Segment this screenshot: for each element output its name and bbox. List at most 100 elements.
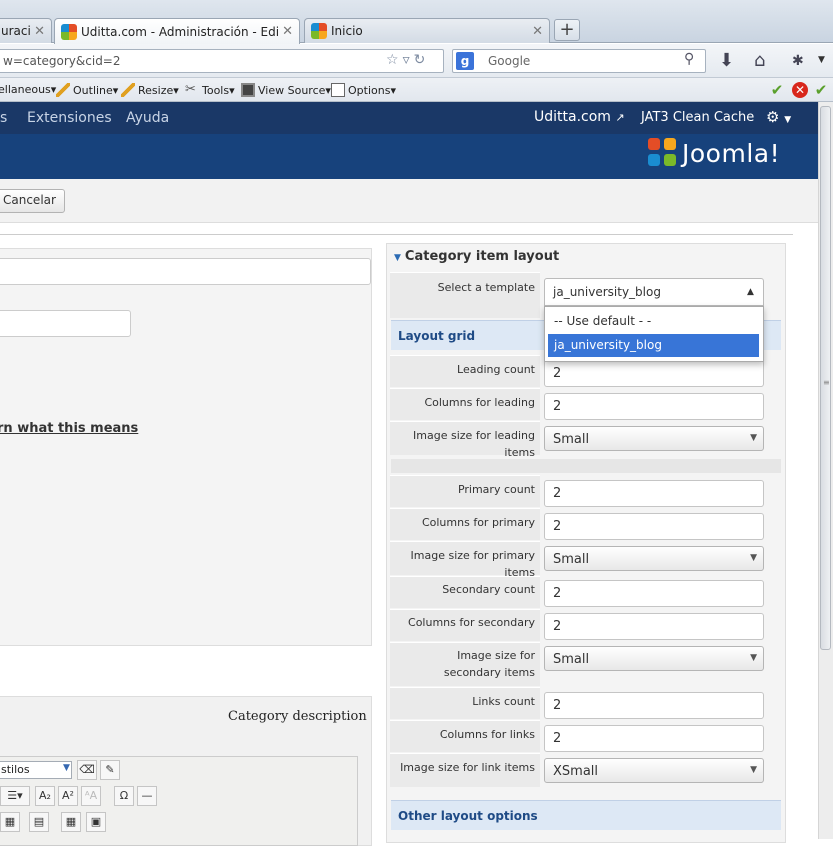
joomla-mark-icon	[648, 138, 678, 168]
error-icon[interactable]: ✕	[792, 82, 808, 98]
reload-icon[interactable]: ↻	[414, 52, 430, 68]
bookmark-item[interactable]: Outline▾	[56, 83, 118, 97]
tab-close-icon[interactable]: ✕	[34, 24, 45, 39]
bookmark-label: View Source▾	[258, 83, 331, 97]
bookmark-item[interactable]: View Source▾	[241, 83, 331, 97]
tab-close-icon[interactable]: ✕	[532, 24, 543, 39]
bookmark-label: Resize▾	[138, 83, 179, 97]
bookmark-star-icon[interactable]: ☆	[386, 52, 403, 68]
details-fieldset	[0, 248, 372, 646]
subscript-icon[interactable]: A₂	[35, 786, 55, 806]
image-size-primary-select[interactable]: Small ▼	[544, 546, 764, 571]
font-size-icon[interactable]: ᴬA	[81, 786, 101, 806]
secondary-count-field[interactable]: 2	[544, 580, 764, 607]
menu-item-extensiones[interactable]: Extensiones	[27, 110, 112, 126]
styles-select[interactable]: stilos	[0, 761, 72, 779]
superscript-icon[interactable]: A²	[58, 786, 78, 806]
brand-name: Joomla!	[682, 138, 781, 168]
chevron-down-icon: ▼	[750, 433, 757, 443]
divider	[0, 234, 793, 235]
tab-close-icon[interactable]: ✕	[282, 24, 293, 39]
options-icon	[331, 83, 345, 97]
chevron-down-icon: ▼	[750, 653, 757, 663]
browser-tab-active[interactable]: Uditta.com - Administración - Edit categ…	[54, 18, 300, 44]
columns-leading-field[interactable]: 2	[544, 393, 764, 420]
menu-item-ayuda[interactable]: Ayuda	[126, 110, 169, 126]
links-count-field[interactable]: 2	[544, 692, 764, 719]
primary-count-label: Primary count	[457, 483, 535, 496]
learn-more-link[interactable]: rn what this means	[0, 421, 138, 436]
columns-secondary-field[interactable]: 2	[544, 613, 764, 640]
bookmark-label: Outline▾	[73, 83, 119, 97]
image-size-leading-select[interactable]: Small ▼	[544, 426, 764, 451]
bookmark-item[interactable]: Options▾	[331, 83, 396, 97]
home-icon[interactable]: ⌂	[754, 50, 765, 71]
browser-tab[interactable]: uraci... ✕	[0, 18, 52, 43]
bookmark-item[interactable]: ✂ Tools▾	[185, 83, 235, 97]
gear-icon[interactable]: ⚙ ▼	[766, 108, 791, 126]
list-icon[interactable]: ☰▾	[0, 786, 30, 806]
eraser-icon[interactable]: ⌫	[77, 760, 97, 780]
leading-count-field[interactable]: 2	[544, 360, 764, 387]
template-option-selected[interactable]: ja_university_blog	[548, 334, 759, 357]
site-link[interactable]: Uditta.com ↗	[534, 109, 625, 125]
row-spacer	[391, 459, 781, 473]
browser-tab[interactable]: Inicio ✕	[304, 18, 550, 43]
table-props-icon[interactable]: ▣	[86, 812, 106, 832]
dropdown-icon[interactable]: ▿	[403, 52, 414, 68]
joomla-favicon-icon	[311, 23, 327, 39]
table-icon[interactable]: ▦	[0, 812, 20, 832]
clean-cache-link[interactable]: JAT3 Clean Cache	[641, 110, 754, 125]
cancel-button[interactable]: Cancelar	[0, 189, 65, 213]
leading-count-label: Leading count	[457, 363, 535, 376]
tab-title: Uditta.com - Administración - Edit categ…	[81, 24, 278, 39]
collapse-icon: ▼	[394, 253, 401, 263]
bookmark-item[interactable]: Resize▾	[121, 83, 179, 97]
bookmark-label: Options▾	[348, 83, 396, 97]
bookmark-label: ellaneous▾	[0, 83, 57, 96]
new-tab-button[interactable]: +	[554, 19, 580, 41]
site-link-label: Uditta.com	[534, 109, 611, 125]
fieldset-title[interactable]: ▼ Category item layout	[394, 249, 559, 264]
google-icon[interactable]: g	[456, 52, 474, 70]
chevron-down-icon[interactable]: ▼	[63, 763, 70, 773]
chevron-up-icon[interactable]: ▲	[747, 287, 754, 297]
view-source-icon	[241, 83, 255, 97]
scroll-grip-icon: ≡	[823, 378, 830, 387]
download-icon[interactable]: ⬇	[719, 50, 734, 71]
toolbar	[0, 179, 818, 223]
columns-primary-field[interactable]: 2	[544, 513, 764, 540]
check-icon[interactable]: ✔	[769, 82, 785, 98]
table-row-icon[interactable]: ▤	[29, 812, 49, 832]
template-select[interactable]: ja_university_blog	[544, 278, 764, 306]
menu-arrow-icon[interactable]: ▼	[818, 55, 825, 65]
horizontal-rule-icon[interactable]: —	[137, 786, 157, 806]
alias-field[interactable]	[0, 310, 131, 337]
title-field[interactable]	[0, 258, 371, 285]
columns-links-field[interactable]: 2	[544, 725, 764, 752]
chevron-down-icon: ▼	[750, 765, 757, 775]
check-icon[interactable]: ✔	[813, 82, 829, 98]
url-bar-icons[interactable]: ☆▿↻	[386, 52, 429, 68]
columns-primary-label: Columns for primary	[421, 516, 535, 529]
image-size-links-select[interactable]: XSmall ▼	[544, 758, 764, 783]
image-size-secondary-select[interactable]: Small ▼	[544, 646, 764, 671]
search-icon[interactable]: ⚲	[684, 51, 694, 67]
table-cell-icon[interactable]: ▦	[61, 812, 81, 832]
chevron-down-icon: ▼	[750, 553, 757, 563]
columns-links-label: Columns for links	[439, 728, 535, 741]
select-value: Small	[553, 552, 590, 567]
template-label: Select a template	[437, 281, 535, 294]
primary-count-field[interactable]: 2	[544, 480, 764, 507]
omega-icon[interactable]: Ω	[114, 786, 134, 806]
template-option[interactable]: -- Use default - -	[548, 310, 759, 333]
search-placeholder: Google	[488, 54, 531, 68]
addon-icon[interactable]: ✱	[792, 53, 804, 69]
menu-item[interactable]: s	[0, 110, 7, 126]
address-bar[interactable]: w=category&cid=2	[0, 49, 444, 73]
image-size-links-label: Image size for link items	[400, 761, 535, 774]
secondary-count-label: Secondary count	[442, 583, 535, 596]
bookmark-item[interactable]: ellaneous▾	[0, 83, 56, 96]
cleanup-icon[interactable]: ✎	[100, 760, 120, 780]
select-value: Small	[553, 432, 590, 447]
